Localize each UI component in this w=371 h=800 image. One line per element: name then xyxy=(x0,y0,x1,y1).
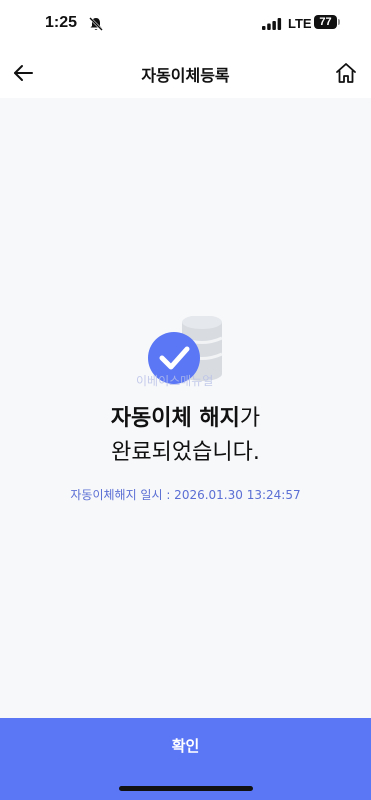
cancellation-datetime: 자동이체해지 일시 : 2026.01.30 13:24:57 xyxy=(70,488,301,502)
result-title-line2: 완료되었습니다. xyxy=(111,440,260,465)
battery-level: 77 xyxy=(319,16,332,28)
page-title: 자동이체등록 xyxy=(141,66,230,85)
bell-slash-icon xyxy=(89,17,103,31)
result-title-suffix: 가 xyxy=(239,406,261,431)
result-title-bold: 자동이체 해지 xyxy=(110,406,240,431)
status-bar: 1:25 LTE 77 xyxy=(0,0,371,46)
signal-icon xyxy=(262,18,282,30)
home-icon[interactable] xyxy=(333,60,359,86)
result-title: 자동이체 해지가 완료되었습니다. xyxy=(0,402,371,470)
network-label: LTE xyxy=(288,16,312,31)
confirm-button[interactable]: 확인 xyxy=(0,718,371,774)
battery-icon: 77 xyxy=(314,15,337,29)
status-time: 1:25 xyxy=(45,14,78,31)
result-title-line1: 자동이체 해지가 xyxy=(0,402,371,436)
watermark-text: 이베이스매뉴얼 xyxy=(136,374,214,388)
home-indicator[interactable] xyxy=(119,786,253,791)
home-indicator-area xyxy=(0,774,371,800)
battery-nub xyxy=(338,19,340,25)
app-header: 자동이체등록 xyxy=(0,46,371,98)
result-content: 이베이스매뉴얼 자동이체 해지가 완료되었습니다. 자동이체해지 일시 : 20… xyxy=(0,98,371,718)
